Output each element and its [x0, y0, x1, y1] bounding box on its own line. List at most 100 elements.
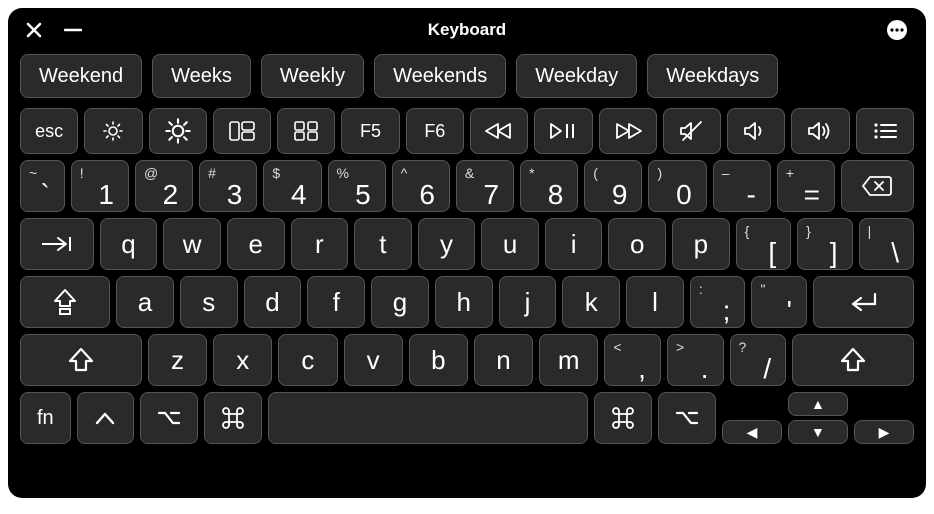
key-z[interactable]: z [148, 334, 207, 386]
key-slash[interactable]: ?/ [730, 334, 787, 386]
key-option-right[interactable] [658, 392, 716, 444]
key-fast-forward[interactable] [599, 108, 657, 154]
key-arrow-left[interactable]: ◀ [722, 420, 782, 444]
key-b[interactable]: b [409, 334, 468, 386]
suggestion-item[interactable]: Weekend [20, 54, 142, 98]
key-label: ' [787, 297, 792, 325]
key-2[interactable]: @2 [135, 160, 193, 212]
key-brightness-up[interactable] [149, 108, 207, 154]
key-y[interactable]: y [418, 218, 476, 270]
key-4[interactable]: $4 [263, 160, 321, 212]
key-i[interactable]: i [545, 218, 603, 270]
key-arrow-up[interactable]: ▲ [788, 392, 848, 416]
key-mission-control[interactable] [213, 108, 271, 154]
key-command-right[interactable] [594, 392, 652, 444]
key-arrow-down[interactable]: ▼ [788, 420, 848, 444]
key-shift-right[interactable] [792, 334, 914, 386]
key-l[interactable]: l [626, 276, 684, 328]
key-backslash[interactable]: |\ [859, 218, 914, 270]
key-shift-left[interactable] [20, 334, 142, 386]
key-v[interactable]: v [344, 334, 403, 386]
key-9[interactable]: (9 [584, 160, 642, 212]
key-option-left[interactable] [140, 392, 198, 444]
key-label: 2 [163, 181, 179, 209]
suggestion-item[interactable]: Weeks [152, 54, 251, 98]
key-e[interactable]: e [227, 218, 285, 270]
key-mute[interactable] [663, 108, 721, 154]
key-n[interactable]: n [474, 334, 533, 386]
key-k[interactable]: k [562, 276, 620, 328]
suggestion-item[interactable]: Weekly [261, 54, 364, 98]
key-1[interactable]: !1 [71, 160, 129, 212]
more-icon[interactable] [886, 19, 908, 41]
key-8[interactable]: *8 [520, 160, 578, 212]
key-list[interactable] [856, 108, 914, 154]
key-3[interactable]: #3 [199, 160, 257, 212]
suggestion-item[interactable]: Weekdays [647, 54, 778, 98]
key-j[interactable]: j [499, 276, 557, 328]
key-s[interactable]: s [180, 276, 238, 328]
key-h[interactable]: h [435, 276, 493, 328]
row-function: esc F5 F6 [20, 108, 914, 154]
key-d[interactable]: d [244, 276, 302, 328]
key-rewind[interactable] [470, 108, 528, 154]
key-fn[interactable]: fn [20, 392, 71, 444]
key-quote[interactable]: "' [751, 276, 807, 328]
key-5[interactable]: %5 [328, 160, 386, 212]
key-c[interactable]: c [278, 334, 337, 386]
key-volume-up[interactable] [791, 108, 849, 154]
key-x[interactable]: x [213, 334, 272, 386]
key-equals[interactable]: += [777, 160, 835, 212]
key-r[interactable]: r [291, 218, 349, 270]
key-tab[interactable] [20, 218, 94, 270]
key-label-sup: | [868, 223, 872, 239]
key-esc[interactable]: esc [20, 108, 78, 154]
key-p[interactable]: p [672, 218, 730, 270]
key-minus[interactable]: –- [713, 160, 771, 212]
key-a[interactable]: a [116, 276, 174, 328]
key-control[interactable] [77, 392, 135, 444]
key-volume-down[interactable] [727, 108, 785, 154]
suggestion-item[interactable]: Weekends [374, 54, 506, 98]
key-caps-lock[interactable] [20, 276, 110, 328]
row-asdf: a s d f g h j k l :; "' [20, 276, 914, 328]
key-t[interactable]: t [354, 218, 412, 270]
key-label-sup: * [529, 165, 534, 181]
key-backspace[interactable] [841, 160, 914, 212]
key-f6[interactable]: F6 [406, 108, 464, 154]
key-backtick[interactable]: ~` [20, 160, 65, 212]
key-label: 0 [676, 181, 692, 209]
key-g[interactable]: g [371, 276, 429, 328]
key-q[interactable]: q [100, 218, 158, 270]
key-space[interactable] [268, 392, 589, 444]
key-comma[interactable]: <, [604, 334, 661, 386]
minimize-icon[interactable] [64, 22, 82, 38]
key-u[interactable]: u [481, 218, 539, 270]
key-m[interactable]: m [539, 334, 598, 386]
close-icon[interactable] [26, 22, 42, 38]
key-arrow-right[interactable]: ▶ [854, 420, 914, 444]
row-zxcv: z x c v b n m <, >. ?/ [20, 334, 914, 386]
key-0[interactable]: )0 [648, 160, 706, 212]
key-brightness-down[interactable] [84, 108, 142, 154]
key-label-sup: " [760, 281, 765, 297]
key-f[interactable]: f [307, 276, 365, 328]
key-command-left[interactable] [204, 392, 262, 444]
key-launchpad[interactable] [277, 108, 335, 154]
key-right-bracket[interactable]: }] [797, 218, 852, 270]
key-play-pause[interactable] [534, 108, 592, 154]
key-period[interactable]: >. [667, 334, 724, 386]
row-numbers: ~` !1 @2 #3 $4 %5 ^6 &7 *8 (9 )0 –- += [20, 160, 914, 212]
key-left-bracket[interactable]: {[ [736, 218, 791, 270]
key-return[interactable] [813, 276, 914, 328]
row-bottom: fn ◀ ▲ ▼ ▶ [20, 392, 914, 444]
key-semicolon[interactable]: :; [690, 276, 746, 328]
key-f5[interactable]: F5 [341, 108, 399, 154]
key-6[interactable]: ^6 [392, 160, 450, 212]
titlebar: Keyboard [20, 18, 914, 42]
key-o[interactable]: o [608, 218, 666, 270]
key-7[interactable]: &7 [456, 160, 514, 212]
key-w[interactable]: w [163, 218, 221, 270]
key-label-sup: % [337, 165, 349, 181]
suggestion-item[interactable]: Weekday [516, 54, 637, 98]
